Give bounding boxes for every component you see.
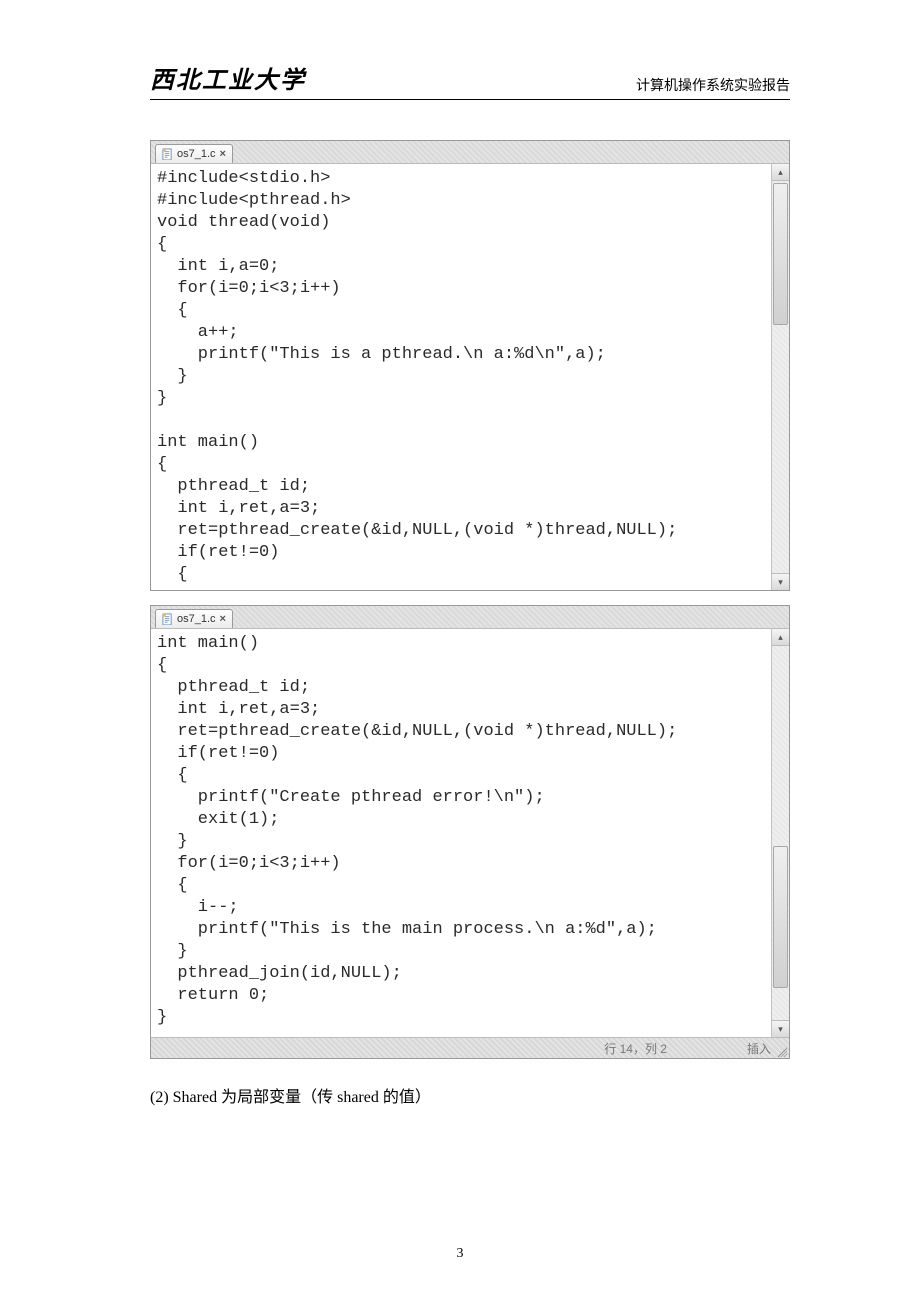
file-tab[interactable]: os7_1.c ×	[155, 609, 233, 628]
scroll-down-icon[interactable]: ▾	[772, 573, 789, 590]
document-icon	[162, 148, 173, 161]
document-page: 西北工业大学 计算机操作系统实验报告 os7_1.c × #include<st…	[0, 0, 920, 1302]
paragraph-text: (2) Shared 为局部变量（传 shared 的值）	[150, 1083, 790, 1107]
tab-strip: os7_1.c ×	[151, 141, 789, 163]
scroll-up-icon[interactable]: ▴	[772, 629, 789, 646]
scroll-thumb[interactable]	[773, 846, 788, 988]
university-name: 西北工业大学	[150, 60, 306, 95]
scroll-down-icon[interactable]: ▾	[772, 1020, 789, 1037]
document-icon	[162, 613, 173, 626]
vertical-scrollbar[interactable]: ▴ ▾	[771, 629, 789, 1037]
code-area[interactable]: #include<stdio.h> #include<pthread.h> vo…	[151, 164, 771, 590]
scroll-thumb[interactable]	[773, 183, 788, 325]
tab-strip: os7_1.c ×	[151, 606, 789, 628]
scroll-track[interactable]	[772, 646, 789, 1020]
tab-filename: os7_1.c	[177, 613, 216, 625]
editor-body: int main() { pthread_t id; int i,ret,a=3…	[151, 628, 789, 1037]
code-editor-1: os7_1.c × #include<stdio.h> #include<pth…	[150, 140, 790, 591]
page-number: 3	[0, 1246, 920, 1262]
report-title: 计算机操作系统实验报告	[636, 75, 790, 95]
vertical-scrollbar[interactable]: ▴ ▾	[771, 164, 789, 590]
close-icon[interactable]: ×	[220, 614, 226, 625]
code-area[interactable]: int main() { pthread_t id; int i,ret,a=3…	[151, 629, 771, 1037]
scroll-up-icon[interactable]: ▴	[772, 164, 789, 181]
code-editor-2: os7_1.c × int main() { pthread_t id; int…	[150, 605, 790, 1059]
scroll-track[interactable]	[772, 181, 789, 573]
status-bar: 行 14，列 2 插入	[151, 1037, 789, 1058]
cursor-position: 行 14，列 2	[604, 1040, 667, 1057]
tab-filename: os7_1.c	[177, 148, 216, 160]
page-header: 西北工业大学 计算机操作系统实验报告	[150, 60, 790, 100]
editor-body: #include<stdio.h> #include<pthread.h> vo…	[151, 163, 789, 590]
file-tab[interactable]: os7_1.c ×	[155, 144, 233, 163]
resize-grip-icon[interactable]	[775, 1045, 787, 1057]
close-icon[interactable]: ×	[220, 149, 226, 160]
insert-mode: 插入	[747, 1040, 771, 1057]
